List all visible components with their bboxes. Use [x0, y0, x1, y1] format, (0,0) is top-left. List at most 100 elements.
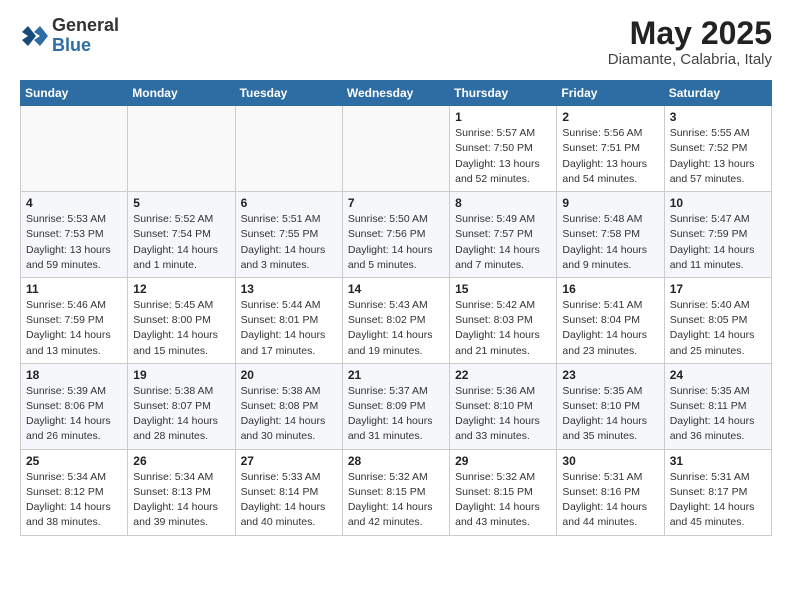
calendar-cell: 2Sunrise: 5:56 AM Sunset: 7:51 PM Daylig… [557, 106, 664, 192]
day-number: 9 [562, 196, 658, 210]
day-number: 13 [241, 282, 337, 296]
day-info: Sunrise: 5:46 AM Sunset: 7:59 PM Dayligh… [26, 298, 122, 359]
day-number: 1 [455, 110, 551, 124]
day-info: Sunrise: 5:47 AM Sunset: 7:59 PM Dayligh… [670, 212, 766, 273]
day-info: Sunrise: 5:53 AM Sunset: 7:53 PM Dayligh… [26, 212, 122, 273]
calendar-cell: 27 Sunrise: 5:33 AM Sunset: 8:14 PM Dayli… [235, 449, 342, 535]
day-number: 16 [562, 282, 658, 296]
calendar-cell: 18 Sunrise: 5:39 AM Sunset: 8:06 PM Dayli… [21, 363, 128, 449]
day-info: Sunrise: 5:42 AM Sunset: 8:03 PM Dayligh… [455, 298, 551, 359]
day-header-friday: Friday [557, 81, 664, 106]
day-info: Sunrise: 5:39 AM Sunset: 8:06 PM Dayligh… [26, 384, 122, 445]
calendar-cell: 4 Sunrise: 5:53 AM Sunset: 7:53 PM Daylig… [21, 192, 128, 278]
calendar-cell: 23Sunrise: 5:35 AM Sunset: 8:10 PM Dayli… [557, 363, 664, 449]
day-number: 6 [241, 196, 337, 210]
calendar-cell: 16 Sunrise: 5:41 AM Sunset: 8:04 PM Dayli… [557, 277, 664, 363]
calendar-cell: 12 Sunrise: 5:45 AM Sunset: 8:00 PM Dayli… [128, 277, 235, 363]
calendar-cell: 9 Sunrise: 5:48 AM Sunset: 7:58 PM Daylig… [557, 192, 664, 278]
calendar-cell: 28 Sunrise: 5:32 AM Sunset: 8:15 PM Dayli… [342, 449, 449, 535]
calendar-cell: 24 Sunrise: 5:35 AM Sunset: 8:11 PM Dayli… [664, 363, 771, 449]
calendar-cell [128, 106, 235, 192]
day-info: Sunrise: 5:32 AM Sunset: 8:15 PM Dayligh… [455, 470, 551, 531]
header-row: SundayMondayTuesdayWednesdayThursdayFrid… [21, 81, 772, 106]
calendar-cell: 14 Sunrise: 5:43 AM Sunset: 8:02 PM Dayli… [342, 277, 449, 363]
day-info: Sunrise: 5:48 AM Sunset: 7:58 PM Dayligh… [562, 212, 658, 273]
header: General Blue May 2025 Diamante, Calabria… [20, 16, 772, 68]
day-info: Sunrise: 5:57 AM Sunset: 7:50 PM Dayligh… [455, 126, 551, 187]
logo-icon [20, 22, 48, 50]
calendar-cell: 31Sunrise: 5:31 AM Sunset: 8:17 PM Dayli… [664, 449, 771, 535]
day-number: 31 [670, 454, 766, 468]
day-number: 14 [348, 282, 444, 296]
calendar-cell: 29 Sunrise: 5:32 AM Sunset: 8:15 PM Dayli… [450, 449, 557, 535]
day-info: Sunrise: 5:31 AM Sunset: 8:16 PM Dayligh… [562, 470, 658, 531]
calendar-cell: 8Sunrise: 5:49 AM Sunset: 7:57 PM Daylig… [450, 192, 557, 278]
day-info: Sunrise: 5:33 AM Sunset: 8:14 PM Dayligh… [241, 470, 337, 531]
calendar-cell: 7 Sunrise: 5:50 AM Sunset: 7:56 PM Daylig… [342, 192, 449, 278]
day-info: Sunrise: 5:43 AM Sunset: 8:02 PM Dayligh… [348, 298, 444, 359]
day-number: 10 [670, 196, 766, 210]
title-block: May 2025 Diamante, Calabria, Italy [608, 16, 772, 68]
calendar-cell: 3 Sunrise: 5:55 AM Sunset: 7:52 PM Daylig… [664, 106, 771, 192]
day-info: Sunrise: 5:45 AM Sunset: 8:00 PM Dayligh… [133, 298, 229, 359]
day-number: 27 [241, 454, 337, 468]
day-number: 19 [133, 368, 229, 382]
day-info: Sunrise: 5:35 AM Sunset: 8:10 PM Dayligh… [562, 384, 658, 445]
day-info: Sunrise: 5:55 AM Sunset: 7:52 PM Dayligh… [670, 126, 766, 187]
day-number: 20 [241, 368, 337, 382]
day-header-monday: Monday [128, 81, 235, 106]
day-info: Sunrise: 5:50 AM Sunset: 7:56 PM Dayligh… [348, 212, 444, 273]
day-info: Sunrise: 5:36 AM Sunset: 8:10 PM Dayligh… [455, 384, 551, 445]
day-info: Sunrise: 5:38 AM Sunset: 8:08 PM Dayligh… [241, 384, 337, 445]
day-info: Sunrise: 5:35 AM Sunset: 8:11 PM Dayligh… [670, 384, 766, 445]
day-header-thursday: Thursday [450, 81, 557, 106]
day-header-saturday: Saturday [664, 81, 771, 106]
day-number: 5 [133, 196, 229, 210]
day-number: 29 [455, 454, 551, 468]
calendar-cell: 30 Sunrise: 5:31 AM Sunset: 8:16 PM Dayli… [557, 449, 664, 535]
day-number: 30 [562, 454, 658, 468]
week-row-4: 18 Sunrise: 5:39 AM Sunset: 8:06 PM Dayli… [21, 363, 772, 449]
day-number: 21 [348, 368, 444, 382]
calendar-cell: 11 Sunrise: 5:46 AM Sunset: 7:59 PM Dayli… [21, 277, 128, 363]
logo-general-text: General [52, 16, 119, 36]
day-info: Sunrise: 5:34 AM Sunset: 8:13 PM Dayligh… [133, 470, 229, 531]
calendar-cell [342, 106, 449, 192]
day-info: Sunrise: 5:41 AM Sunset: 8:04 PM Dayligh… [562, 298, 658, 359]
calendar-cell [21, 106, 128, 192]
day-number: 7 [348, 196, 444, 210]
day-info: Sunrise: 5:40 AM Sunset: 8:05 PM Dayligh… [670, 298, 766, 359]
day-number: 15 [455, 282, 551, 296]
calendar-cell: 10 Sunrise: 5:47 AM Sunset: 7:59 PM Dayli… [664, 192, 771, 278]
calendar-table: SundayMondayTuesdayWednesdayThursdayFrid… [20, 80, 772, 535]
day-header-sunday: Sunday [21, 81, 128, 106]
day-number: 22 [455, 368, 551, 382]
week-row-3: 11 Sunrise: 5:46 AM Sunset: 7:59 PM Dayli… [21, 277, 772, 363]
day-info: Sunrise: 5:49 AM Sunset: 7:57 PM Dayligh… [455, 212, 551, 273]
day-number: 18 [26, 368, 122, 382]
day-number: 26 [133, 454, 229, 468]
week-row-1: 1 Sunrise: 5:57 AM Sunset: 7:50 PM Daylig… [21, 106, 772, 192]
calendar-cell: 13 Sunrise: 5:44 AM Sunset: 8:01 PM Dayli… [235, 277, 342, 363]
day-number: 4 [26, 196, 122, 210]
calendar-cell: 20 Sunrise: 5:38 AM Sunset: 8:08 PM Dayli… [235, 363, 342, 449]
calendar-cell: 22 Sunrise: 5:36 AM Sunset: 8:10 PM Dayli… [450, 363, 557, 449]
day-info: Sunrise: 5:51 AM Sunset: 7:55 PM Dayligh… [241, 212, 337, 273]
day-number: 2 [562, 110, 658, 124]
calendar-cell [235, 106, 342, 192]
day-number: 24 [670, 368, 766, 382]
day-info: Sunrise: 5:34 AM Sunset: 8:12 PM Dayligh… [26, 470, 122, 531]
calendar-cell: 5Sunrise: 5:52 AM Sunset: 7:54 PM Daylig… [128, 192, 235, 278]
day-number: 12 [133, 282, 229, 296]
day-number: 28 [348, 454, 444, 468]
page-container: General Blue May 2025 Diamante, Calabria… [0, 0, 792, 548]
week-row-2: 4 Sunrise: 5:53 AM Sunset: 7:53 PM Daylig… [21, 192, 772, 278]
main-title: May 2025 [608, 16, 772, 51]
calendar-cell: 25Sunrise: 5:34 AM Sunset: 8:12 PM Dayli… [21, 449, 128, 535]
calendar-cell: 15 Sunrise: 5:42 AM Sunset: 8:03 PM Dayli… [450, 277, 557, 363]
calendar-cell: 6 Sunrise: 5:51 AM Sunset: 7:55 PM Daylig… [235, 192, 342, 278]
day-info: Sunrise: 5:44 AM Sunset: 8:01 PM Dayligh… [241, 298, 337, 359]
day-info: Sunrise: 5:32 AM Sunset: 8:15 PM Dayligh… [348, 470, 444, 531]
day-number: 3 [670, 110, 766, 124]
day-number: 11 [26, 282, 122, 296]
